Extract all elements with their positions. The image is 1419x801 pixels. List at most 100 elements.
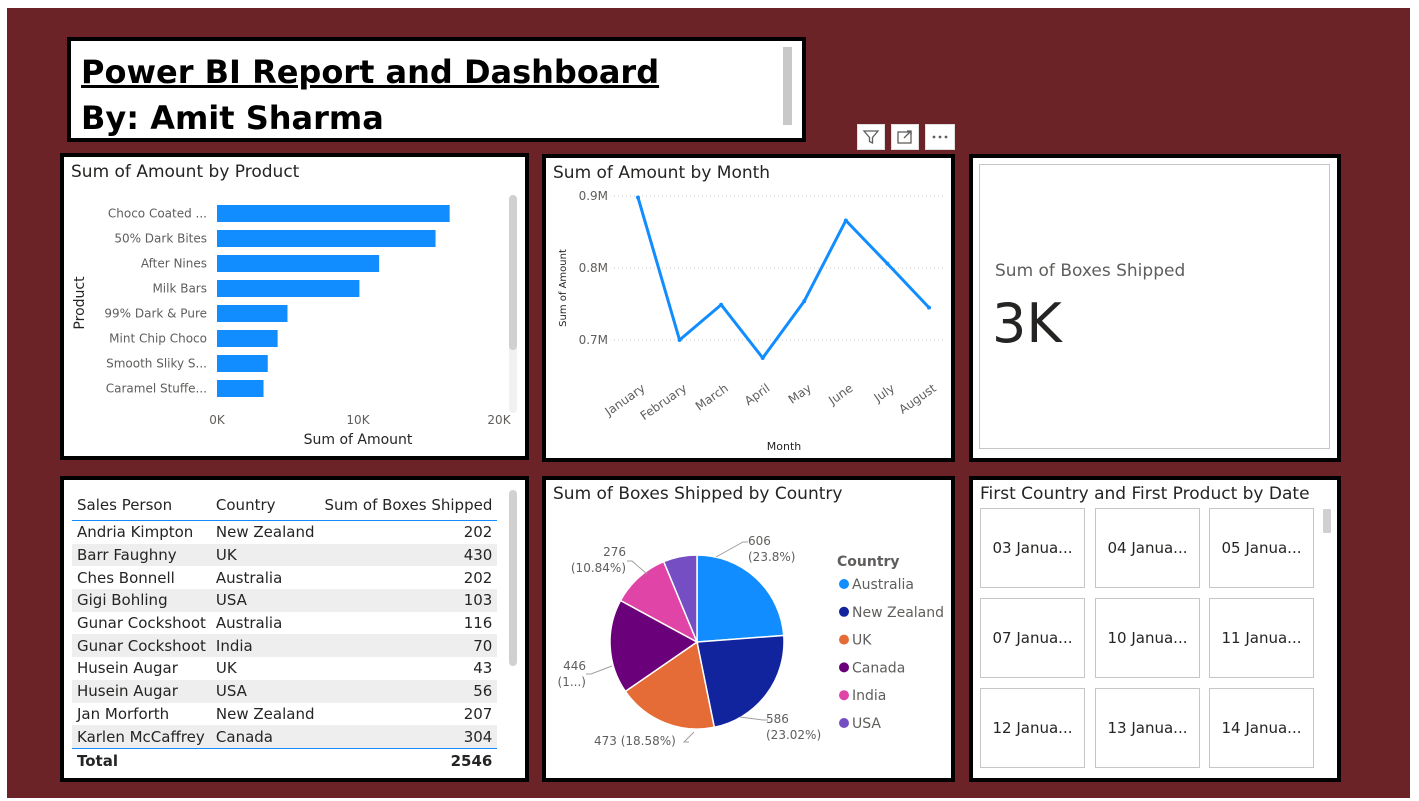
date-tile[interactable]: 10 Janua... [1095, 598, 1200, 678]
cell-country: Canada [210, 725, 320, 749]
pie-leader-line [586, 665, 613, 675]
bar[interactable] [217, 230, 436, 247]
bar-chart-scrollbar[interactable] [509, 195, 517, 350]
line-point[interactable] [927, 305, 931, 310]
column-header-sales-person[interactable]: Sales Person [72, 490, 211, 521]
date-tile[interactable]: 14 Janua... [1209, 688, 1314, 768]
sales-table[interactable]: Sales Person Country Sum of Boxes Shippe… [72, 490, 498, 773]
bar-category-label: Caramel Stuffe... [106, 382, 207, 396]
table-row[interactable]: Jan Morforth New Zealand 207 [72, 703, 497, 726]
pie-chart[interactable]: 606 (23.8%) 586 (23.02%) 473 (18.58%) 446 (1..… [546, 480, 951, 778]
date-tile[interactable]: 12 Janua... [980, 688, 1085, 768]
line-point[interactable] [802, 299, 807, 304]
table-row[interactable]: Husein Augar UK 43 [72, 657, 497, 680]
table-row[interactable]: Gunar Cockshoot Australia 116 [72, 612, 497, 635]
bar[interactable] [217, 280, 360, 297]
pie-leader-line [627, 560, 648, 575]
cell-country: New Zealand [215, 704, 315, 723]
report-author: By: Amit Sharma [81, 99, 384, 137]
filter-icon[interactable] [857, 124, 885, 150]
bar-x-tick-label: 0K [209, 413, 226, 427]
pie-legend-marker[interactable] [839, 662, 849, 673]
cell-boxes-shipped: 103 [319, 589, 498, 612]
line-chart[interactable]: 0.9M0.8M0.7MJanuaryFebruary March April May… [546, 158, 951, 458]
line-point[interactable] [885, 261, 890, 266]
cell-sales-person: Ches Bonnell [77, 568, 175, 587]
line-point[interactable] [636, 195, 640, 200]
date-tile[interactable]: 13 Janua... [1095, 688, 1200, 768]
bar-chart[interactable]: Choco Coated ... 50% Dark Bites After Nine… [64, 157, 525, 456]
bar[interactable] [217, 255, 380, 272]
table-row[interactable]: Ches Bonnell Australia 202 [72, 566, 497, 589]
pie-legend-label[interactable]: Canada [852, 660, 905, 676]
date-tile[interactable]: 04 Janua... [1095, 508, 1200, 588]
title-scrollbar[interactable] [783, 47, 792, 125]
bar-chart-panel[interactable]: Sum of Amount by Product Choco Coated ..… [60, 153, 529, 460]
total-value: 2546 [319, 747, 498, 773]
pie-legend-marker[interactable] [839, 634, 849, 645]
line-point[interactable] [760, 356, 765, 360]
pie-data-label: 586 [766, 712, 789, 726]
column-header-country[interactable]: Country [210, 490, 320, 521]
bar[interactable] [217, 330, 278, 347]
line-x-tick-label: August [896, 381, 939, 417]
bar[interactable] [217, 205, 450, 222]
column-header-boxes-shipped[interactable]: Sum of Boxes Shipped [319, 490, 498, 521]
cell-boxes-shipped: 202 [463, 523, 493, 542]
pie-legend-marker[interactable] [839, 579, 849, 589]
bar[interactable] [217, 355, 268, 372]
pie-legend-marker[interactable] [839, 690, 849, 701]
pie-legend-marker[interactable] [839, 606, 849, 617]
cell-boxes-shipped: 202 [463, 568, 493, 587]
line-x-tick-label: February [638, 381, 690, 423]
tiles-scrollbar[interactable] [1323, 509, 1331, 533]
line-series[interactable] [636, 197, 931, 360]
pie-legend-label[interactable]: USA [852, 716, 881, 732]
table-row[interactable]: Karlen McCaffrey Canada 304 [72, 725, 498, 749]
line-point[interactable] [719, 302, 724, 307]
tiles-title: First Country and First Product by Date [980, 484, 1310, 504]
table-scrollbar[interactable] [509, 490, 517, 666]
bar-category-label: After Nines [141, 257, 207, 271]
table-row[interactable]: Gigi Bohling USA 103 [72, 589, 498, 612]
cell-country: USA [210, 679, 320, 703]
pie-leader-line [739, 716, 768, 721]
card-label: Sum of Boxes Shipped [995, 261, 1186, 281]
pie-legend-label[interactable]: New Zealand [852, 605, 944, 621]
date-tile[interactable]: 11 Janua... [1209, 598, 1314, 678]
bar-category-label: 99% Dark & Pure [104, 307, 207, 321]
line-x-tick-label: March [693, 381, 731, 413]
pie-chart-panel[interactable]: Sum of Boxes Shipped by Country 606 (23.8… [542, 476, 955, 782]
pie-legend-label[interactable]: Australia [852, 577, 914, 593]
pie-legend-label[interactable]: India [852, 688, 886, 704]
cell-sales-person: Gigi Bohling [72, 589, 211, 612]
card-value: 3K [992, 292, 1062, 355]
pie-slice[interactable] [696, 554, 785, 643]
date-tile[interactable]: 03 Janua... [980, 508, 1085, 588]
more-options-icon[interactable] [925, 124, 955, 150]
line-y-tick-label: 0.7M [579, 333, 608, 347]
cell-boxes-shipped: 116 [463, 614, 493, 633]
line-x-tick-label: April [742, 381, 773, 408]
pie-legend-label[interactable]: UK [852, 633, 872, 649]
bar[interactable] [217, 305, 288, 322]
bar-category-label: Milk Bars [152, 282, 207, 296]
line-point[interactable] [843, 218, 848, 223]
pie-data-label: 473 (18.58%) [594, 734, 676, 748]
line-chart-panel[interactable]: Sum of Amount by Month 0.9M 0.8M 0.7M Janua… [542, 154, 955, 462]
table-row[interactable]: Husein Augar USA 56 [72, 679, 498, 703]
date-tile[interactable]: 05 Janua... [1209, 508, 1314, 588]
table-panel[interactable]: Sales Person Country Sum of Boxes Shippe… [60, 476, 529, 782]
table-row[interactable]: Andria Kimpton New Zealand 202 [72, 521, 497, 544]
table-row[interactable]: Barr Faughny UK 430 [72, 543, 498, 567]
bar-y-axis-title: Product [72, 276, 88, 330]
line-point[interactable] [677, 338, 682, 342]
bar[interactable] [217, 380, 264, 397]
bar-category-label: 50% Dark Bites [114, 232, 207, 246]
date-tile[interactable]: 07 Janua... [980, 598, 1085, 678]
focus-mode-icon[interactable] [891, 124, 919, 150]
table-row[interactable]: Gunar Cockshoot India 70 [72, 634, 498, 658]
card-panel[interactable]: Sum of Boxes Shipped 3K [969, 154, 1341, 462]
tiles-panel[interactable]: First Country and First Product by Date … [969, 476, 1341, 782]
pie-legend-marker[interactable] [839, 718, 849, 728]
